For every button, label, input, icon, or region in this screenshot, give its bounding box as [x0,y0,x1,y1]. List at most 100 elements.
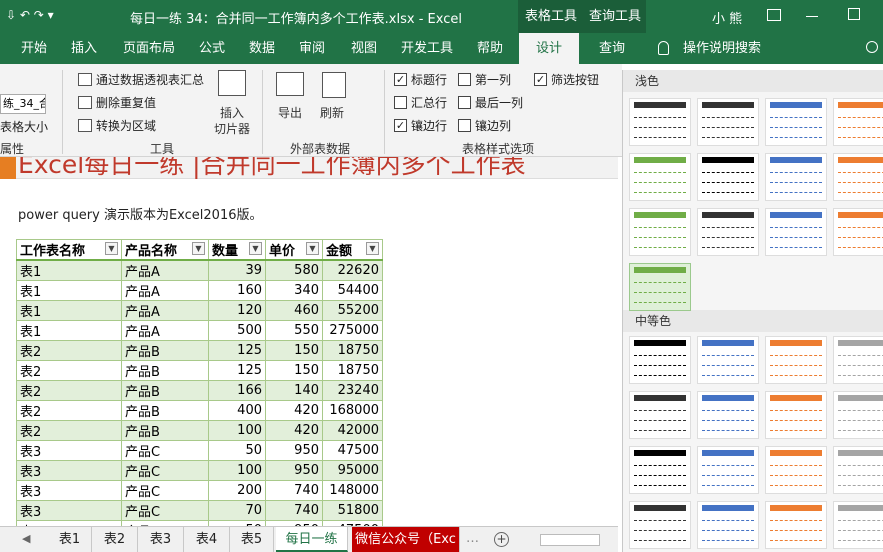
table-cell[interactable]: 18750 [322,360,383,381]
table-cell[interactable]: 740 [265,480,323,501]
table-cell[interactable]: 39 [208,259,266,281]
header-amount[interactable]: 金额 ▼ [322,239,383,261]
table-style-light-6[interactable] [697,153,759,201]
table-cell[interactable]: 95000 [322,460,383,481]
pivot-summary-button[interactable]: 通过数据透视表汇总 [78,71,204,88]
table-tools-context-tab[interactable]: 表格工具 [518,0,584,33]
table-name-field[interactable]: 练_34_合 [0,94,46,114]
filter-button-option[interactable]: ✓ 筛选按钮 [534,71,599,88]
slicer-icon[interactable] [218,70,246,96]
table-cell[interactable]: 产品B [121,340,209,361]
tab-home[interactable]: 开始 [12,33,56,64]
table-style-medium-2[interactable] [697,336,759,384]
first-column-checkbox[interactable] [458,73,471,86]
sheet-tab-3[interactable]: 表3 [138,527,184,552]
convert-to-range-button[interactable]: 转换为区域 [78,117,156,134]
banded-columns-checkbox[interactable] [458,119,471,132]
table-row[interactable]: 表1 产品A 500 550 275000 [16,320,383,341]
table-cell[interactable]: 产品C [121,440,209,461]
quick-access-toolbar[interactable]: ⇩ ↶ ↷ ▾ [6,8,54,22]
table-cell[interactable]: 460 [265,300,323,321]
table-style-medium-15[interactable] [765,501,827,549]
table-cell[interactable]: 产品B [121,420,209,441]
table-cell[interactable]: 150 [265,340,323,361]
table-cell[interactable]: 120 [208,300,266,321]
table-cell[interactable]: 产品A [121,259,209,281]
table-row[interactable]: 表1 产品A 39 580 22620 [16,259,383,281]
table-cell[interactable]: 50 [208,440,266,461]
table-row[interactable]: 表2 产品B 125 150 18750 [16,340,383,361]
refresh-label[interactable]: 刷新 [320,104,344,121]
table-cell[interactable]: 150 [265,360,323,381]
table-cell[interactable]: 54400 [322,280,383,301]
table-row[interactable]: 表2 产品B 166 140 23240 [16,380,383,401]
table-cell[interactable]: 420 [265,420,323,441]
remove-duplicates-button[interactable]: 删除重复值 [78,94,156,111]
table-cell[interactable]: 表2 [16,420,122,441]
tell-me-search[interactable]: 操作说明搜索 [680,33,764,64]
table-style-medium-12[interactable] [833,446,883,494]
table-style-medium-3[interactable] [765,336,827,384]
table-cell[interactable]: 168000 [322,400,383,421]
tab-insert[interactable]: 插入 [62,33,106,64]
table-cell[interactable]: 23240 [322,380,383,401]
table-cell[interactable]: 产品A [121,320,209,341]
table-row[interactable]: 表1 产品A 160 340 54400 [16,280,383,301]
table-row[interactable]: 表3 产品C 70 740 51800 [16,500,383,521]
table-style-light-7[interactable] [765,153,827,201]
table-cell[interactable]: 产品B [121,380,209,401]
add-sheet-icon[interactable]: + [494,532,509,547]
data-table[interactable]: 工作表名称 ▼ 产品名称 ▼ 数量 ▼ 单价 ▼ 金额 ▼ 表1 产品A 39 580 22620… [16,239,383,526]
ribbon-display-icon[interactable] [767,9,781,21]
header-quantity[interactable]: 数量 ▼ [208,239,266,261]
table-cell[interactable]: 产品C [121,460,209,481]
table-style-light-2[interactable] [697,98,759,146]
table-cell[interactable]: 表3 [16,500,122,521]
sheet-tab-2[interactable]: 表2 [92,527,138,552]
table-cell[interactable]: 表3 [16,480,122,501]
table-cell[interactable]: 表2 [16,380,122,401]
table-style-light-5[interactable] [629,153,691,201]
table-cell[interactable]: 160 [208,280,266,301]
table-cell[interactable]: 22620 [322,259,383,281]
filter-button-checkbox[interactable]: ✓ [534,73,547,86]
table-row[interactable]: 表2 产品B 100 420 42000 [16,420,383,441]
banded-columns-option[interactable]: 镶边列 [458,117,511,134]
table-style-light-9[interactable] [629,208,691,256]
export-icon[interactable] [276,72,304,96]
table-row[interactable]: 表1 产品A 120 460 55200 [16,300,383,321]
worksheet[interactable]: Excel每日一练 |合并同一工作簿内多个工作表 power query 演示版… [0,157,618,526]
filter-dropdown-icon[interactable]: ▼ [306,242,319,255]
table-cell[interactable]: 表1 [16,300,122,321]
total-row-option[interactable]: 汇总行 [394,94,447,111]
table-row[interactable]: 表3产品C5095047500 [16,440,383,461]
table-cell[interactable]: 表1 [16,320,122,341]
scroll-left-icon[interactable]: ◀ [22,532,30,545]
export-label[interactable]: 导出 [278,104,302,121]
table-style-medium-4[interactable] [833,336,883,384]
table-row[interactable]: 表3 产品C 200 740 148000 [16,480,383,501]
table-cell[interactable]: 产品C [121,480,209,501]
table-row[interactable]: 表2 产品B 400 420 168000 [16,400,383,421]
table-cell[interactable]: 表3 [16,460,122,481]
header-row-checkbox[interactable]: ✓ [394,73,407,86]
table-row[interactable]: 表2 产品B 125 150 18750 [16,360,383,381]
filter-dropdown-icon[interactable]: ▼ [249,242,262,255]
tab-data[interactable]: 数据 [240,33,284,64]
table-style-light-13[interactable] [629,263,691,311]
sheet-tab-wechat[interactable]: 微信公众号（Exc [352,527,460,552]
first-column-option[interactable]: 第一列 [458,71,511,88]
table-cell[interactable]: 表2 [16,360,122,381]
total-row-checkbox[interactable] [394,96,407,109]
table-style-medium-16[interactable] [833,501,883,549]
tab-view[interactable]: 视图 [342,33,386,64]
table-style-medium-5[interactable] [629,391,691,439]
table-cell[interactable]: 125 [208,340,266,361]
header-sheet-name[interactable]: 工作表名称 ▼ [16,239,122,261]
table-style-light-3[interactable] [765,98,827,146]
table-style-medium-7[interactable] [765,391,827,439]
table-cell[interactable]: 148000 [322,480,383,501]
table-style-medium-9[interactable] [629,446,691,494]
table-style-medium-10[interactable] [697,446,759,494]
horizontal-scrollbar[interactable] [540,534,600,546]
